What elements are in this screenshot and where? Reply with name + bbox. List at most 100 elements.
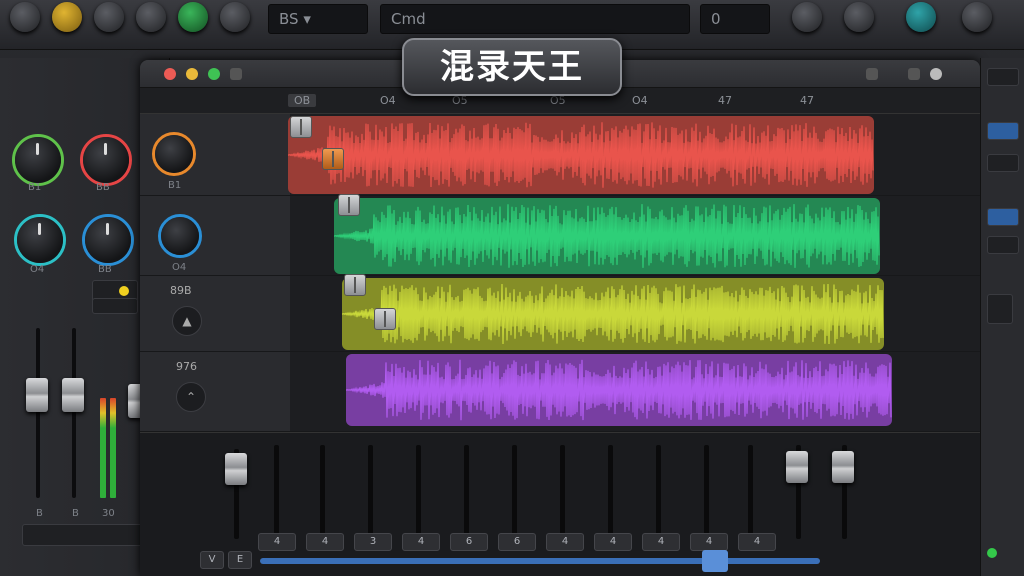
waveform [334, 198, 880, 274]
top-knob[interactable] [10, 2, 40, 32]
play-icon[interactable]: ▲ [172, 306, 202, 336]
scrollbar-thumb[interactable] [702, 550, 728, 572]
channel-button[interactable]: 4 [546, 533, 584, 551]
knob-label: B1 [28, 182, 42, 193]
level-meter [100, 398, 106, 498]
channel-fader[interactable] [26, 378, 48, 412]
record-icon[interactable]: ⌃ [176, 382, 206, 412]
knob-label: BB [98, 264, 112, 275]
fader-track [656, 445, 661, 539]
channel-button[interactable]: 4 [306, 533, 344, 551]
inspector-fader[interactable] [987, 294, 1013, 324]
mute-button[interactable] [92, 298, 138, 314]
view-mode-button[interactable]: V [200, 551, 224, 569]
knob-label: O4 [30, 264, 45, 275]
edit-mode-button[interactable]: E [228, 551, 252, 569]
fader-track [320, 445, 325, 539]
channel-button[interactable]: 6 [450, 533, 488, 551]
top-knob[interactable] [220, 2, 250, 32]
horizontal-scrollbar[interactable] [260, 558, 820, 564]
channel-button[interactable]: 4 [258, 533, 296, 551]
track-volume-knob[interactable] [155, 135, 193, 173]
top-knob[interactable] [136, 2, 166, 32]
inspector-button[interactable] [987, 236, 1019, 254]
track-volume-knob[interactable] [161, 217, 199, 255]
track-header[interactable]: O4 [140, 196, 290, 276]
channel-button[interactable]: 4 [738, 533, 776, 551]
fader-track [704, 445, 709, 539]
channel-fader[interactable] [62, 378, 84, 412]
top-knob-teal[interactable] [906, 2, 936, 32]
top-display-right[interactable]: 0 [700, 4, 770, 34]
audio-region-yellow[interactable] [342, 278, 884, 350]
track-header[interactable]: B1 [140, 114, 290, 196]
track-name: 89B [170, 284, 192, 297]
fader-track [36, 328, 40, 498]
fader-track [368, 445, 373, 539]
ruler-marker: O4 [380, 94, 396, 107]
top-knob[interactable] [962, 2, 992, 32]
top-display-left[interactable]: BS ▾ [268, 4, 368, 34]
channel-button[interactable]: 4 [690, 533, 728, 551]
region-start-handle[interactable] [338, 194, 360, 216]
minimize-button[interactable] [186, 68, 198, 80]
inspector-button[interactable] [987, 154, 1019, 172]
eq-knob[interactable] [17, 217, 63, 263]
fader-track [512, 445, 517, 539]
fader-track [274, 445, 279, 539]
indicator-led [119, 286, 129, 296]
mixer-fader[interactable] [225, 453, 247, 485]
view-icon[interactable] [908, 68, 920, 80]
waveform [342, 278, 884, 350]
knob-label: O4 [172, 262, 187, 273]
channel-button[interactable]: 6 [498, 533, 536, 551]
top-knob[interactable] [792, 2, 822, 32]
top-knob[interactable] [94, 2, 124, 32]
gain-knob[interactable] [15, 137, 61, 183]
display-mode-icon[interactable] [930, 68, 942, 80]
channel-button[interactable]: 4 [594, 533, 632, 551]
track-header[interactable]: 976 ⌃ [140, 352, 290, 432]
track-header[interactable]: 89B ▲ [140, 276, 290, 352]
waveform [346, 354, 892, 426]
audio-region-green[interactable] [334, 198, 880, 274]
top-knob[interactable] [844, 2, 874, 32]
fader-label: 30 [102, 508, 115, 519]
top-knob-green[interactable] [178, 2, 208, 32]
ruler-marker: O4 [632, 94, 648, 107]
arrange-window: OB O4 O5 O5 O4 47 47 B1 O4 89B ▲ 976 ⌃ 4… [140, 60, 980, 576]
mixer-fader[interactable] [832, 451, 854, 483]
level-meter [110, 398, 116, 498]
fader-track [464, 445, 469, 539]
daw-screen: BS ▾ Cmd 0 B1 BB O4 BB B B 30 OB O4 O5 O… [0, 0, 1024, 576]
fade-handle[interactable] [322, 148, 344, 170]
send-knob[interactable] [85, 217, 131, 263]
region-start-handle[interactable] [290, 116, 312, 138]
channel-button[interactable]: 3 [354, 533, 392, 551]
ruler-marker: 47 [718, 94, 732, 107]
channel-button[interactable]: 4 [402, 533, 440, 551]
fader-track [608, 445, 613, 539]
inspector-button-active[interactable] [987, 208, 1019, 226]
audio-region-purple[interactable] [346, 354, 892, 426]
knob-label: BB [96, 182, 110, 193]
mixer-fader[interactable] [786, 451, 808, 483]
inspector-button-active[interactable] [987, 122, 1019, 140]
zoom-button[interactable] [208, 68, 220, 80]
fader-track [748, 445, 753, 539]
bottom-mixer: 4 4 3 4 6 6 4 4 4 4 4 V E [140, 432, 980, 576]
pan-knob[interactable] [83, 137, 129, 183]
fade-handle[interactable] [374, 308, 396, 330]
close-button[interactable] [164, 68, 176, 80]
audio-region-red[interactable] [288, 116, 874, 194]
region-start-handle[interactable] [344, 274, 366, 296]
channel-button[interactable]: 4 [642, 533, 680, 551]
inspector-button[interactable] [987, 68, 1019, 86]
top-knob-yellow[interactable] [52, 2, 82, 32]
window-menu-icon[interactable] [230, 68, 242, 80]
fader-track [416, 445, 421, 539]
top-display-center[interactable]: Cmd [380, 4, 690, 34]
view-icon[interactable] [866, 68, 878, 80]
ruler-marker: 47 [800, 94, 814, 107]
waveform [288, 116, 874, 194]
